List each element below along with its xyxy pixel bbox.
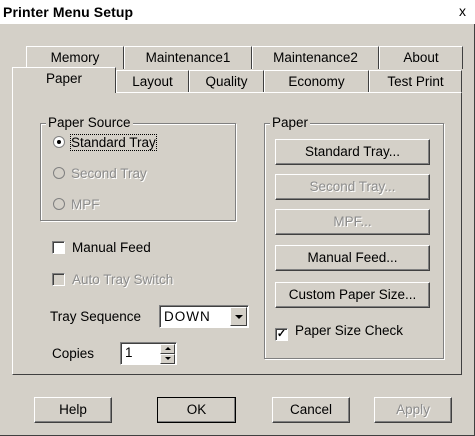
tab-label: Maintenance2 <box>273 50 358 65</box>
radio-icon <box>53 167 65 179</box>
copies-value: 1 <box>125 345 133 360</box>
apply-button[interactable]: Apply <box>374 397 452 423</box>
tab-label: Paper <box>45 71 83 86</box>
radio-mpf[interactable]: MPF <box>53 197 100 212</box>
ok-button[interactable]: OK <box>157 397 236 423</box>
custom-paper-size-button[interactable]: Custom Paper Size... <box>275 282 430 308</box>
radio-icon <box>53 198 65 210</box>
triangle-down-icon[interactable] <box>160 354 175 364</box>
tab-test-print[interactable]: Test Print <box>369 70 462 93</box>
title-bar[interactable]: Printer Menu Setup x <box>0 0 475 24</box>
mpf-button[interactable]: MPF... <box>275 209 430 235</box>
tab-label: Economy <box>288 74 345 89</box>
checkmark-icon: ✓ <box>275 328 288 341</box>
checkbox-icon <box>52 273 65 286</box>
tray-sequence-label: Tray Sequence <box>50 309 142 324</box>
manual-feed-checkbox[interactable]: Manual Feed <box>52 240 151 255</box>
radio-label: Second Tray <box>71 166 147 181</box>
radio-label: MPF <box>71 197 100 212</box>
tab-label: Maintenance1 <box>145 50 231 65</box>
paper-group-label: Paper <box>270 115 311 130</box>
radio-label: Standard Tray <box>70 134 157 151</box>
tab-layout[interactable]: Layout <box>116 70 189 93</box>
paper-size-check-checkbox[interactable]: ✓ Paper Size Check <box>275 323 403 341</box>
tab-maintenance1[interactable]: Maintenance1 <box>124 46 252 69</box>
tab-label: Test Print <box>387 74 444 89</box>
printer-menu-setup-dialog: Printer Menu Setup x Memory Maintenance1… <box>0 0 475 436</box>
tab-maintenance2[interactable]: Maintenance2 <box>252 46 379 69</box>
tab-label: Layout <box>132 74 173 89</box>
triangle-up-icon[interactable] <box>160 344 175 354</box>
copies-label: Copies <box>52 346 95 361</box>
checkbox-label: Manual Feed <box>72 240 151 255</box>
radio-dot-icon <box>53 136 65 148</box>
tab-about[interactable]: About <box>379 46 463 69</box>
copies-stepper[interactable]: 1 <box>120 342 177 365</box>
chevron-down-icon[interactable] <box>230 307 247 326</box>
manual-feed-button[interactable]: Manual Feed... <box>275 245 430 271</box>
tab-label: About <box>403 50 439 65</box>
tab-label: Memory <box>50 50 100 65</box>
help-button[interactable]: Help <box>34 397 112 423</box>
second-tray-button[interactable]: Second Tray... <box>275 174 430 200</box>
tab-economy[interactable]: Economy <box>264 70 369 93</box>
tab-label: Quality <box>205 74 248 89</box>
checkbox-label: Auto Tray Switch <box>72 272 174 287</box>
checkbox-icon <box>52 241 65 254</box>
tab-paper[interactable]: Paper <box>12 67 116 93</box>
tab-quality[interactable]: Quality <box>189 70 264 93</box>
tray-sequence-value: DOWN <box>164 309 211 324</box>
radio-standard-tray[interactable]: Standard Tray <box>53 134 157 151</box>
window-title: Printer Menu Setup <box>3 4 134 20</box>
paper-tab-panel: Paper Source Standard Tray Second Tray M… <box>12 92 462 375</box>
standard-tray-button[interactable]: Standard Tray... <box>275 139 430 165</box>
checkbox-label: Paper Size Check <box>295 323 404 338</box>
tray-sequence-dropdown[interactable]: DOWN <box>159 305 249 328</box>
paper-source-label: Paper Source <box>46 115 133 130</box>
radio-second-tray[interactable]: Second Tray <box>53 166 147 181</box>
cancel-button[interactable]: Cancel <box>272 397 350 423</box>
auto-tray-switch-checkbox[interactable]: Auto Tray Switch <box>52 272 173 287</box>
close-button[interactable]: x <box>454 3 471 20</box>
tab-memory[interactable]: Memory <box>26 46 124 69</box>
